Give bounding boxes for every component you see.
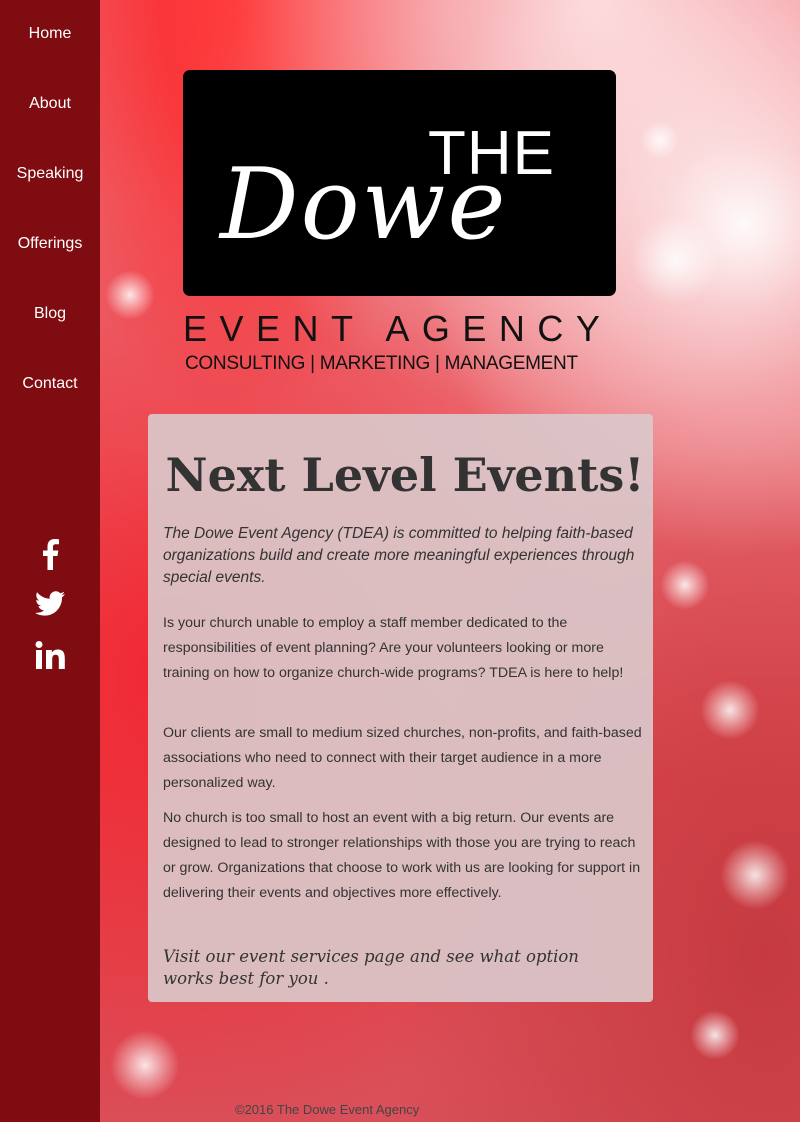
services-link[interactable]: Visit our event services page and see wh… bbox=[163, 946, 633, 990]
twitter-icon[interactable] bbox=[0, 591, 100, 617]
paragraph: Is your church unable to employ a staff … bbox=[163, 615, 624, 681]
logo-the-text: THE bbox=[428, 119, 555, 188]
nav-item-offerings[interactable]: Offerings bbox=[0, 235, 100, 253]
logo-agency-text: EVENT AGENCY bbox=[183, 308, 613, 349]
page-title: Next Level Events! bbox=[165, 448, 645, 502]
logo-tagline: CONSULTING | MARKETING | MANAGEMENT bbox=[185, 353, 578, 374]
linkedin-icon[interactable] bbox=[0, 641, 100, 669]
sidebar-nav: Home About Speaking Offerings Blog Conta… bbox=[0, 0, 100, 1122]
facebook-icon[interactable] bbox=[0, 538, 100, 570]
paragraph: Our clients are small to medium sized ch… bbox=[163, 725, 642, 791]
nav-item-home[interactable]: Home bbox=[0, 25, 100, 43]
footer-copyright: ©2016 The Dowe Event Agency bbox=[235, 1102, 420, 1117]
nav-item-contact[interactable]: Contact bbox=[0, 375, 100, 393]
intro-text: The Dowe Event Agency (TDEA) is committe… bbox=[163, 525, 635, 586]
nav-item-blog[interactable]: Blog bbox=[0, 305, 100, 323]
paragraph: No church is too small to host an event … bbox=[163, 810, 641, 901]
nav-item-about[interactable]: About bbox=[0, 95, 100, 113]
content-panel bbox=[148, 414, 653, 1002]
nav-item-speaking[interactable]: Speaking bbox=[0, 165, 100, 183]
